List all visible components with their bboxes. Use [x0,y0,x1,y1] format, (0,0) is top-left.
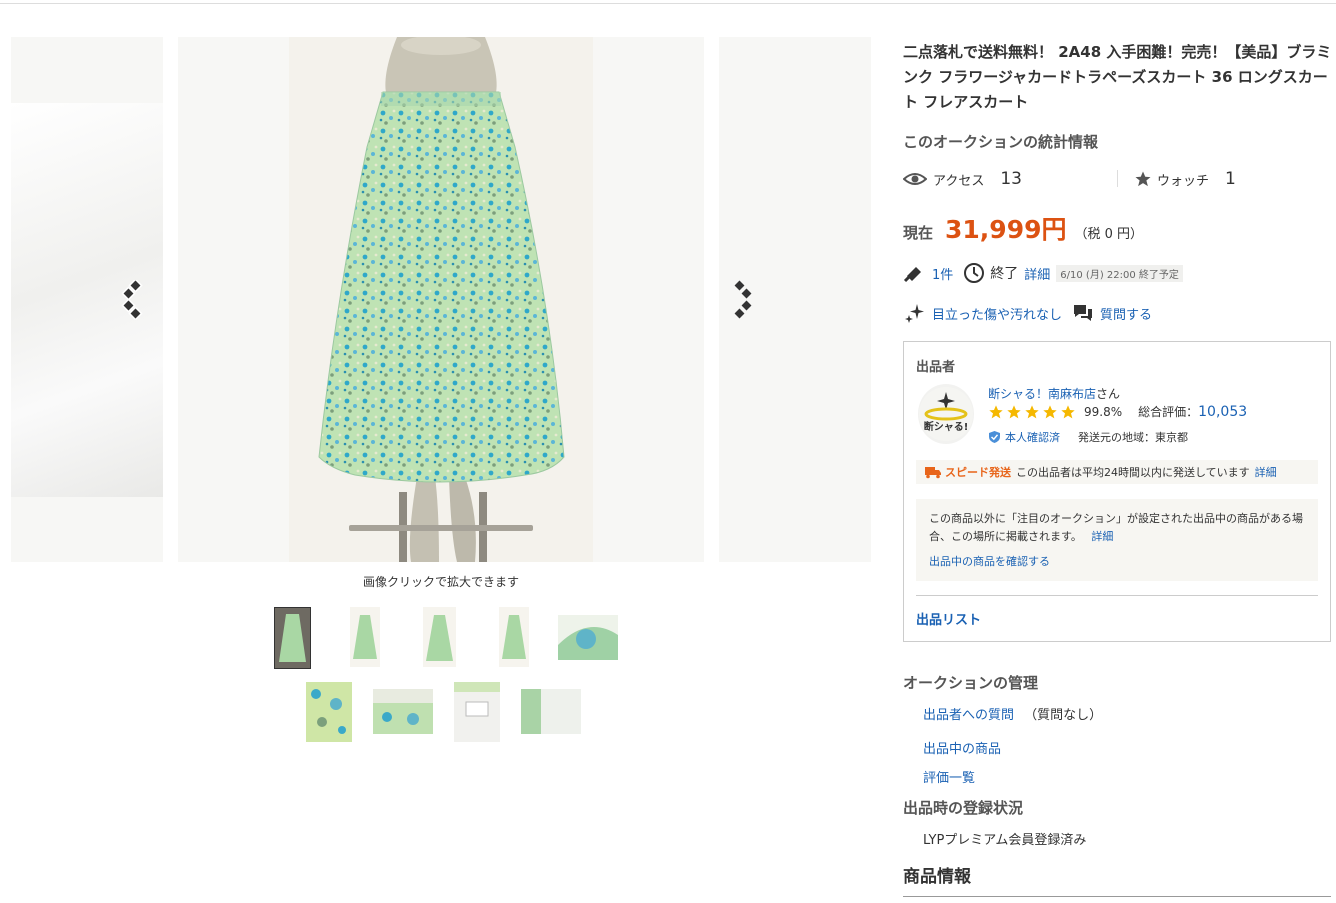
chevron-left-icon [121,278,143,321]
stats-divider [1117,170,1118,187]
thumbnail-1[interactable] [274,607,311,669]
verified-link[interactable]: 本人確認済 [1005,429,1060,445]
registration-heading: 出品時の登録状況 [903,799,1024,817]
thumbnail-image [275,608,310,668]
notice-text: この商品以外に「注目のオークション」が設定された出品中の商品がある場合、この場所… [929,512,1303,543]
access-stat: アクセス 13 [903,168,1022,190]
price-row: 現在 31,999円 （税 0 円） [903,210,1143,246]
seller-divider [916,595,1318,596]
prev-arrow-button[interactable] [118,278,152,321]
question-status: （質問なし） [1024,708,1103,723]
seller-avatar[interactable]: 断シャる! [918,384,974,444]
management-heading: オークションの管理 [903,674,1039,692]
eye-icon [903,173,927,185]
thumbnail-image [521,689,581,734]
thumbnail-image [423,607,456,667]
bid-time-row: 1件 終了 詳細 6/10 (月) 22:00 終了予定 [903,262,1183,284]
chevron-right-icon [734,280,752,319]
thumbnail-8[interactable] [454,682,500,742]
top-divider [0,3,1336,4]
seller-heading: 出品者 [916,360,956,375]
featured-notice: この商品以外に「注目のオークション」が設定された出品中の商品がある場合、この場所… [916,499,1318,581]
main-image-panel[interactable] [178,37,704,562]
ratings-list-link[interactable]: 評価一覧 [923,767,975,786]
avatar-logo: 断シャる! [919,387,973,441]
end-detail-link[interactable]: 詳細 [1024,264,1050,283]
gavel-icon [903,267,921,283]
registration-status: LYPプレミアム会員登録済み [923,833,1087,848]
thumbnail-image [454,682,500,742]
thumbnail-7[interactable] [373,689,433,734]
items-on-sale-link[interactable]: 出品中の商品 [923,738,1001,757]
star-icon [989,404,1003,418]
verify-row: 本人確認済 発送元の地域：東京都 [988,429,1188,445]
product-title: 二点落札で送料無料！ 2A48 入手困難！完売！【美品】ブラミンク フラワージャ… [903,43,1332,111]
end-label: 終了 [990,266,1019,282]
thumbnail-image [499,607,529,667]
speed-detail-link[interactable]: 詳細 [1255,464,1277,480]
thumbnail-image [558,615,618,660]
question-to-seller-row: 出品者への質問 （質問なし） [923,704,1102,723]
goods-info-divider [903,896,1331,897]
speed-label: スピード発送 [945,466,1011,479]
watch-stat: ウォッチ 1 [1134,168,1236,190]
thumbnail-image [373,689,433,734]
access-label: アクセス [933,173,985,189]
price-tax: （税 0 円） [1074,227,1144,242]
feature-row: 目立った傷や汚れなし 質問する [903,301,1152,325]
star-icon [1043,404,1057,418]
thumbnail-2[interactable] [350,607,380,667]
thumbnail-5[interactable] [558,615,618,660]
speed-text: この出品者は平均24時間以内に発送しています [1016,466,1250,479]
star-icon [1061,404,1075,418]
next-arrow-button[interactable] [729,280,763,320]
thumbnail-6[interactable] [306,682,352,742]
sparkle-icon [905,304,924,323]
star-icon [1135,171,1151,187]
thumbnail-image [350,607,380,667]
good-rate: 99.8% [1084,404,1123,419]
seller-name-link[interactable]: 断シャる！南麻布店 [988,387,1096,401]
thumbnail-3[interactable] [423,607,456,667]
thumbnail-image [306,682,352,742]
seller-list-link[interactable]: 出品リスト [916,609,981,628]
notice-items-link[interactable]: 出品中の商品を確認する [929,553,1050,571]
notice-detail-link[interactable]: 詳細 [1091,530,1113,543]
condition-link[interactable]: 目立った傷や汚れなし [932,304,1062,323]
goods-info-heading: 商品情報 [903,867,971,887]
access-count: 13 [1000,169,1022,189]
zoom-caption: 画像クリックで拡大できます [362,575,519,589]
price-label: 現在 [903,224,934,242]
speed-ship-row: スピード発送 この出品者は平均24時間以内に発送しています 詳細 [916,460,1318,484]
ship-from: 発送元の地域：東京都 [1078,431,1188,444]
truck-icon [925,467,941,479]
question-to-seller-link[interactable]: 出品者への質問 [923,708,1014,723]
star-icon [1025,404,1039,418]
main-product-photo[interactable] [289,37,593,562]
ask-question-link[interactable]: 質問する [1100,304,1152,323]
rating-row: 99.8% 総合評価： 10,053 [988,403,1247,420]
bid-count-link[interactable]: 1件 [932,264,953,283]
total-rating-link[interactable]: 10,053 [1198,404,1247,420]
seller-san: さん [1096,387,1121,401]
avatar-text: 断シャる! [924,420,969,433]
chat-icon [1074,305,1093,321]
thumbnail-9[interactable] [521,689,581,734]
end-time: 6/10 (月) 22:00 終了予定 [1056,264,1183,282]
clock-icon [964,263,985,283]
notice-text-block: この商品以外に「注目のオークション」が設定された出品中の商品がある場合、この場所… [929,510,1305,546]
seller-box: 出品者 断シャる! 断シャる！南麻布店さん 99.8% 総合評価： 10,053… [903,341,1331,642]
rating-stars [988,404,1076,420]
verified-shield-icon [989,431,1000,443]
current-price: 31,999円 [945,215,1067,244]
stats-heading: このオークションの統計情報 [903,133,1099,151]
watch-label: ウォッチ [1157,173,1210,189]
seller-name-row: 断シャる！南麻布店さん [988,385,1120,402]
star-icon [1007,404,1021,418]
thumbnail-4[interactable] [499,607,529,667]
skirt-illustration [289,37,593,562]
total-rating-label: 総合評価： [1138,405,1199,419]
watch-count: 1 [1225,169,1236,189]
